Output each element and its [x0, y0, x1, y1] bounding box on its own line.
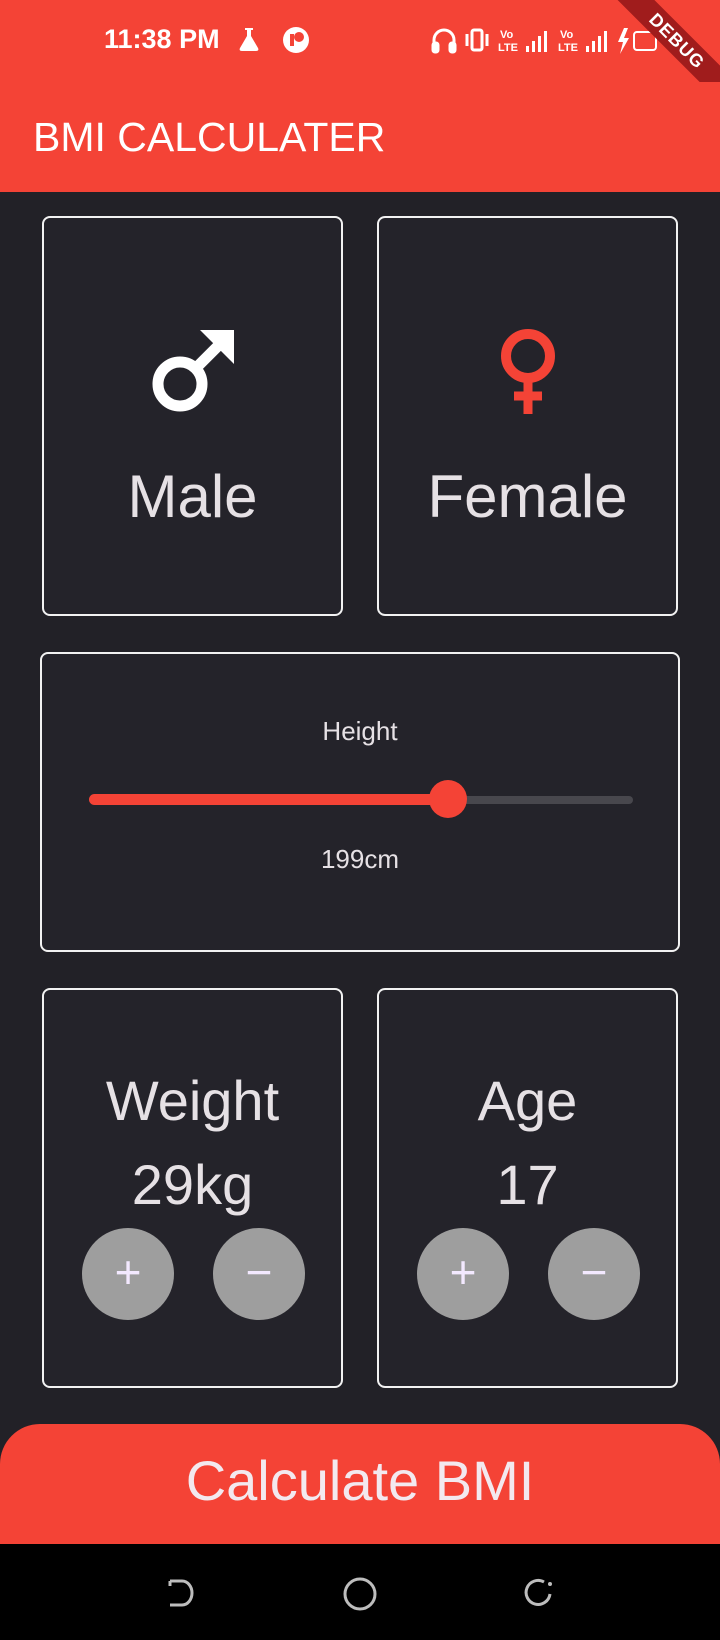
- female-card[interactable]: Female: [377, 216, 678, 616]
- male-card[interactable]: Male: [42, 216, 343, 616]
- svg-text:LTE: LTE: [498, 42, 518, 54]
- circle-icon: [283, 27, 309, 53]
- height-title: Height: [322, 716, 398, 746]
- recent-apps-icon[interactable]: [522, 1578, 556, 1608]
- weight-plus-button[interactable]: +: [82, 1228, 174, 1320]
- height-slider-fill: [89, 794, 449, 805]
- vibrate-icon: [465, 28, 489, 52]
- back-icon[interactable]: [162, 1578, 196, 1608]
- headphones-icon: [431, 28, 457, 54]
- height-value: 199cm: [320, 844, 400, 874]
- volte-icon: VoLTE: [498, 29, 518, 54]
- female-icon: [500, 329, 555, 414]
- age-card: Age 17 + −: [377, 988, 678, 1388]
- status-bar: 11:38 PM Vo LTE Vo LTE: [0, 0, 720, 82]
- calculate-bmi-button[interactable]: Calculate BMI: [0, 1424, 720, 1544]
- status-icons: VoLTE VoLTE: [431, 28, 657, 54]
- volte-icon: VoLTE: [558, 29, 578, 54]
- age-plus-button[interactable]: +: [417, 1228, 509, 1320]
- flask-icon: [239, 28, 259, 51]
- calculate-bmi-label: Calculate BMI: [185, 1449, 535, 1512]
- age-value: 17: [496, 1153, 559, 1216]
- height-slider-thumb[interactable]: [429, 780, 468, 818]
- weight-value: 29kg: [131, 1153, 254, 1216]
- male-label: Male: [127, 463, 258, 530]
- svg-text:LTE: LTE: [558, 42, 578, 54]
- signal-icon: [586, 31, 607, 52]
- age-minus-button[interactable]: −: [548, 1228, 640, 1320]
- weight-minus-button[interactable]: −: [213, 1228, 305, 1320]
- height-card: Height 199cm: [40, 652, 680, 952]
- male-icon: [152, 330, 234, 412]
- female-label: Female: [427, 463, 628, 530]
- app-title: BMI CALCULATER: [33, 114, 386, 160]
- weight-card: Weight 29kg + −: [42, 988, 343, 1388]
- svg-text:Vo: Vo: [500, 29, 514, 41]
- home-icon[interactable]: [342, 1576, 378, 1612]
- navigation-bar: [0, 1544, 720, 1640]
- signal-icon: [526, 31, 547, 52]
- weight-label: Weight: [105, 1069, 280, 1132]
- status-time: 11:38 PM: [104, 24, 220, 54]
- app-bar: BMI CALCULATER: [0, 82, 720, 192]
- svg-text:Vo: Vo: [560, 29, 574, 41]
- age-label: Age: [477, 1069, 578, 1132]
